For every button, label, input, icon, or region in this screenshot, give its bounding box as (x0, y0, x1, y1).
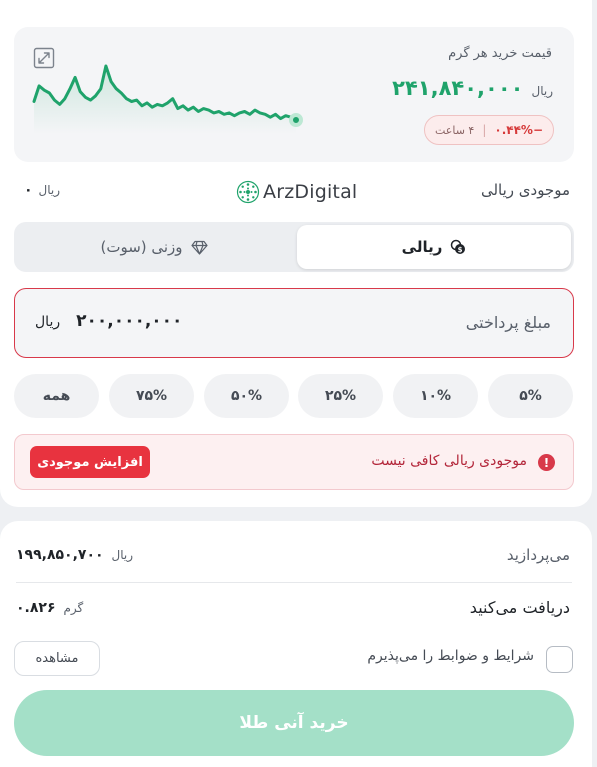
price-unit: ریال (531, 84, 553, 98)
instant-buy-gold-button[interactable]: خرید آنی طلا (14, 690, 574, 756)
you-receive-amount: ۰.۸۲۶ (16, 600, 56, 616)
alert-icon: ! (538, 454, 555, 471)
increase-balance-button[interactable]: افزایش موجودی (30, 446, 150, 478)
change-separator: | (482, 123, 487, 137)
terms-label[interactable]: شرایط و ضوابط را می‌پذیرم (367, 648, 534, 664)
insufficient-balance-alert: ! موجودی ریالی کافی نیست افزایش موجودی (14, 434, 574, 490)
coins-icon: $ (451, 239, 466, 254)
arzdigital-logo-text: ArzDigital (263, 181, 358, 203)
tab-rial[interactable]: $ ریالی (297, 225, 571, 269)
mode-tabs: $ ریالی وزنی (سوت) (14, 222, 574, 272)
tab-weight-label: وزنی (سوت) (100, 238, 183, 256)
percent-25-button[interactable]: ۲۵% (298, 374, 383, 418)
payment-amount-input[interactable]: مبلغ پرداختی ریال ۲۰۰,۰۰۰,۰۰۰ (14, 288, 574, 358)
percent-75-button[interactable]: ۷۵% (109, 374, 194, 418)
change-period: ۴ ساعت (434, 123, 475, 137)
you-pay-label: می‌پردازید (506, 546, 570, 564)
tab-weight[interactable]: وزنی (سوت) (17, 225, 291, 269)
price-value: ۲۴۱,۸۴۰,۰۰۰ (392, 76, 524, 100)
tab-rial-label: ریالی (401, 238, 443, 256)
arzdigital-logo: ArzDigital (236, 180, 357, 204)
payment-amount: ۲۰۰,۰۰۰,۰۰۰ (76, 311, 183, 331)
you-receive-label: دریافت می‌کنید (469, 598, 570, 617)
balance-amount: ۰ (24, 182, 33, 198)
terms-checkbox[interactable] (546, 646, 573, 673)
percent-10-button[interactable]: ۱۰% (393, 374, 478, 418)
svg-text:$: $ (458, 246, 463, 254)
diamond-icon (190, 240, 208, 255)
alert-text: موجودی ریالی کافی نیست (371, 453, 527, 469)
percent-50-button[interactable]: ۵۰% (204, 374, 289, 418)
price-change-badge: −۰.۴۴% | ۴ ساعت (424, 115, 554, 145)
you-pay-value: ۱۹۹,۸۵۰,۷۰۰ ریال (16, 547, 133, 563)
payment-unit: ریال (35, 314, 61, 330)
percent-5-button[interactable]: ۵% (488, 374, 573, 418)
you-pay-unit: ریال (111, 548, 134, 562)
summary-divider (16, 582, 572, 583)
payment-label: مبلغ پرداختی (465, 313, 551, 332)
balance-unit: ریال (38, 183, 61, 197)
price-row: ریال ۲۴۱,۸۴۰,۰۰۰ (392, 76, 553, 100)
price-sparkline (32, 64, 303, 134)
change-percent: −۰.۴۴% (494, 123, 544, 137)
you-receive-unit: گرم (63, 601, 84, 615)
you-pay-amount: ۱۹۹,۸۵۰,۷۰۰ (16, 547, 104, 563)
arzdigital-logo-icon (236, 180, 260, 204)
payment-value: ریال ۲۰۰,۰۰۰,۰۰۰ (35, 311, 182, 331)
sparkline-last-point (289, 113, 303, 127)
percent-all-button[interactable]: همه (14, 374, 99, 418)
price-title: قیمت خرید هر گرم (448, 46, 552, 61)
sparkline-area (34, 66, 296, 134)
view-terms-button[interactable]: مشاهده (14, 641, 100, 676)
balance-label: موجودی ریالی (480, 181, 570, 199)
you-receive-value: ۰.۸۲۶ گرم (16, 600, 83, 616)
balance-value: ۰ ریال (24, 182, 60, 198)
